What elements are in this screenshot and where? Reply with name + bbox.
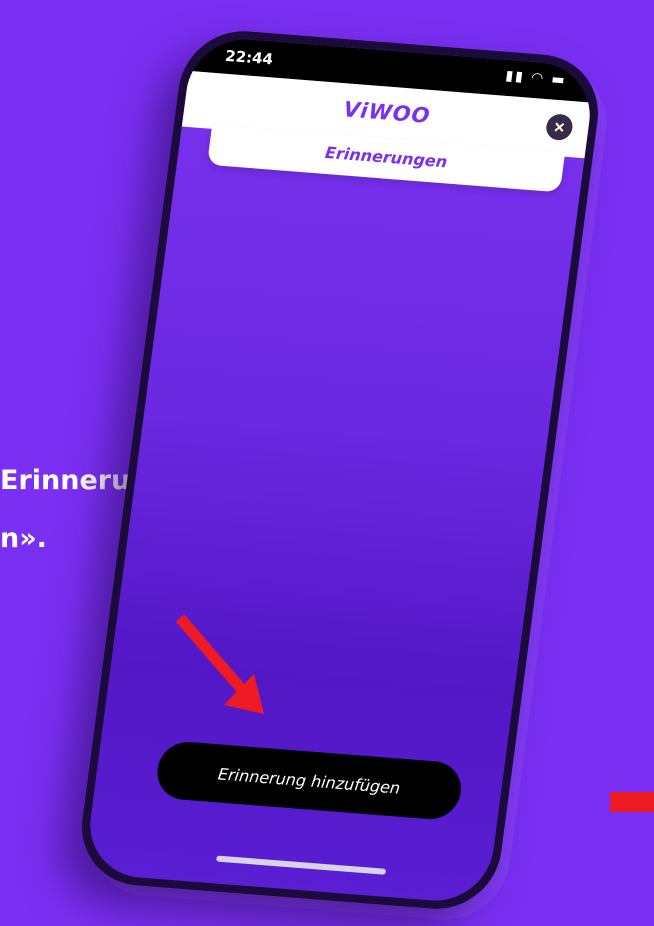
- wifi-icon: ◠: [530, 69, 546, 87]
- annotation-red-bar: [610, 792, 654, 812]
- status-icons: ▮▮ ◠ ▬: [504, 68, 567, 89]
- signal-icon: ▮▮: [504, 67, 526, 86]
- phone-screen: 22:44 ▮▮ ◠ ▬ ViWOO × Erinnerungen Erinne…: [83, 35, 597, 905]
- battery-icon: ▬: [550, 71, 568, 89]
- close-icon: ×: [552, 116, 566, 138]
- home-indicator[interactable]: [215, 855, 387, 875]
- annotation-arrow-icon: [175, 614, 264, 714]
- phone-frame: 22:44 ▮▮ ◠ ▬ ViWOO × Erinnerungen Erinne…: [74, 26, 606, 914]
- add-reminder-button[interactable]: Erinnerung hinzufügen: [153, 739, 465, 822]
- status-time: 22:44: [224, 46, 275, 69]
